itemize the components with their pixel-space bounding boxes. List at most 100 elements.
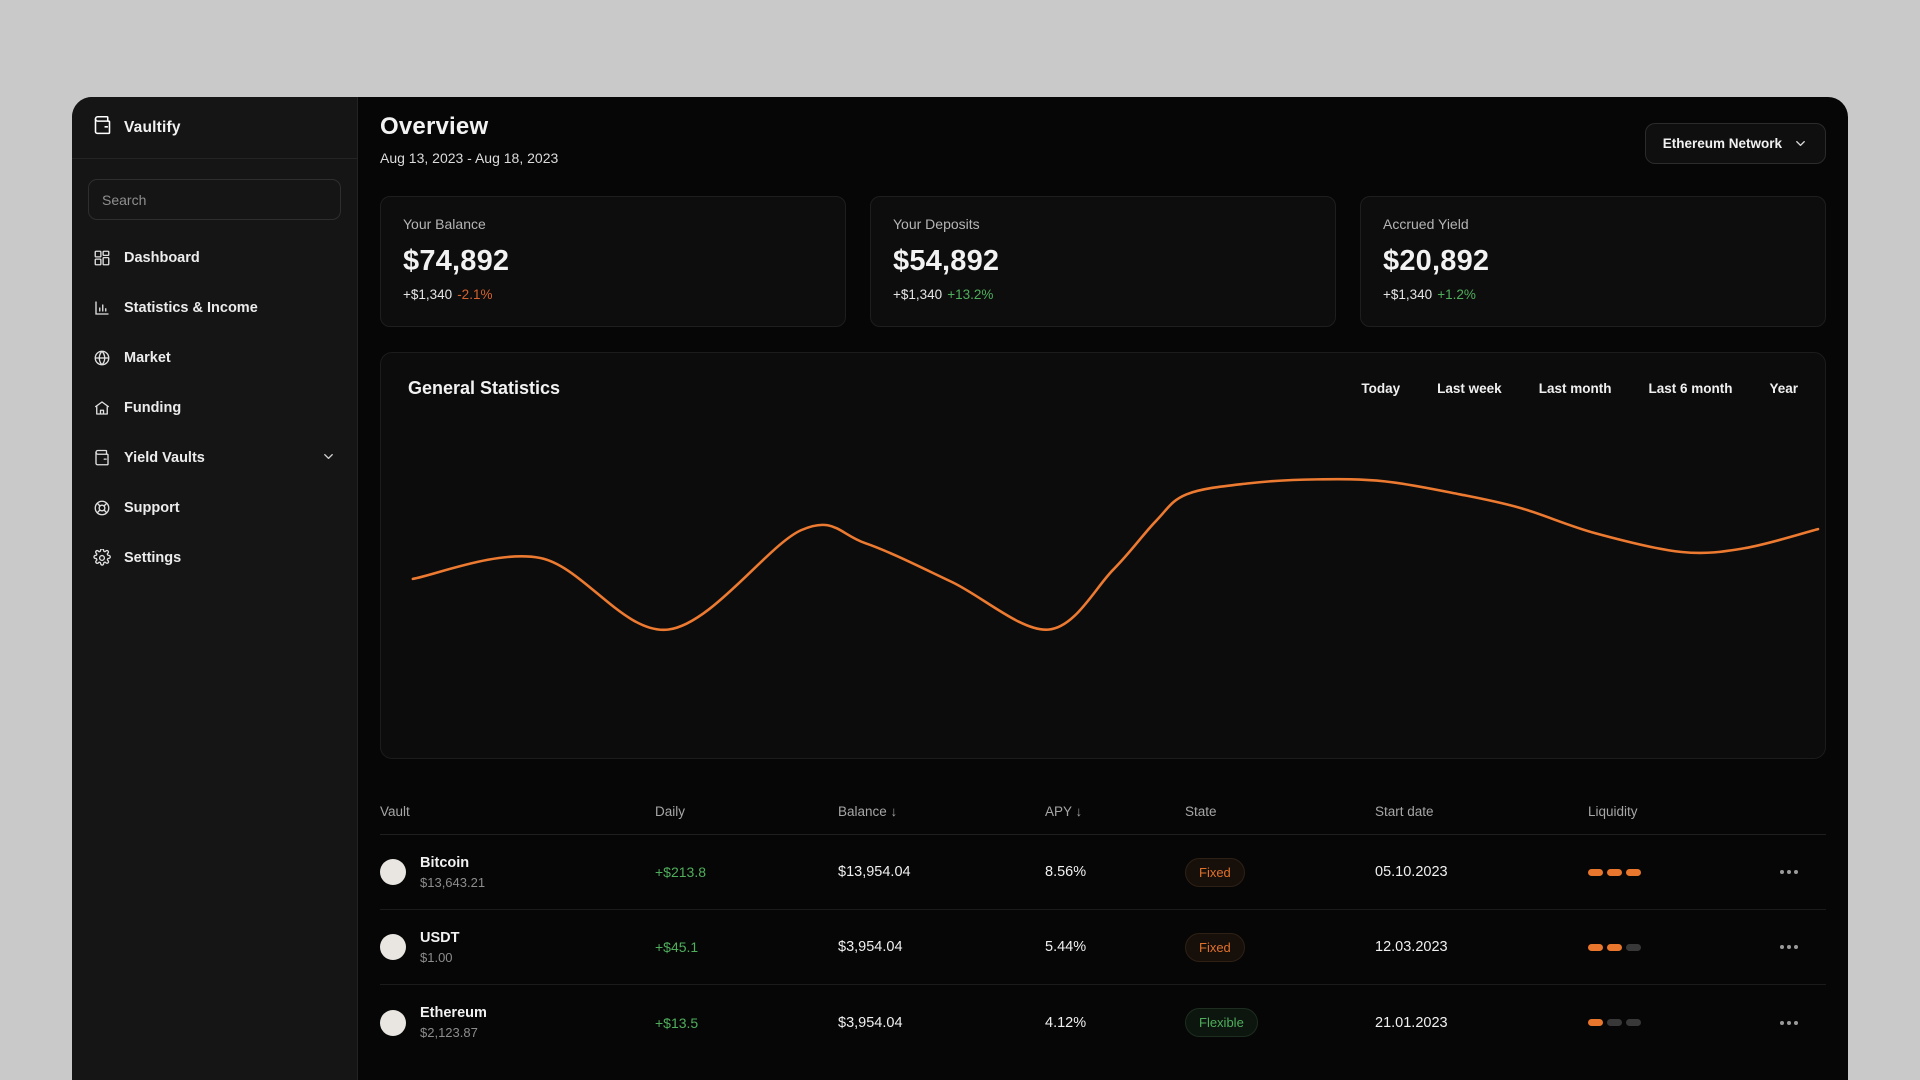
row-menu-ellipsis-icon[interactable]: [1780, 945, 1826, 949]
card-label: Your Deposits: [893, 216, 980, 232]
card-value: $74,892: [403, 245, 510, 277]
vault-name: Ethereum: [420, 1005, 487, 1021]
line-chart: [411, 477, 1820, 631]
sidebar-item-label: Support: [124, 500, 180, 516]
sidebar-item-yield-vaults[interactable]: Yield Vaults: [72, 433, 357, 483]
vaults-table: Vault Daily Balance ↓ APY ↓ State Start …: [380, 789, 1826, 1060]
vault-price: $1.00: [420, 949, 453, 965]
date-range: Aug 13, 2023 - Aug 18, 2023: [380, 150, 559, 166]
lifebuoy-icon: [94, 500, 110, 516]
gear-icon: [93, 549, 111, 566]
vault-name: Bitcoin: [420, 854, 470, 871]
filter-last-week[interactable]: Last week: [1437, 381, 1502, 396]
home-icon: [94, 401, 110, 415]
daily-change: +$13.5: [655, 1014, 699, 1031]
card-accrued-yield: Accrued Yield $20,892 +$1,340 +1.2%: [1360, 196, 1826, 327]
balance-value: $3,954.04: [838, 1014, 903, 1031]
app-title: Vaultify: [124, 118, 181, 136]
card-label: Your Balance: [403, 216, 486, 232]
daily-change: +$45.1: [655, 939, 699, 955]
chart-title: General Statistics: [408, 378, 561, 398]
col-daily[interactable]: Daily: [655, 804, 838, 819]
coin-icon: [380, 1009, 406, 1036]
wallet-icon: [95, 449, 109, 466]
app-window: Vaultify Dashboard Statistics & Income M…: [72, 97, 1848, 1080]
balance-value: $3,954.04: [838, 939, 903, 955]
col-start-date[interactable]: Start date: [1375, 804, 1588, 819]
col-vault[interactable]: Vault: [380, 804, 655, 819]
sidebar-item-settings[interactable]: Settings: [72, 533, 357, 583]
table-row-usdt[interactable]: USDT $1.00 +$45.1 $3,954.04 5.44% Fixed …: [380, 910, 1826, 985]
globe-icon: [94, 350, 110, 366]
table-row-ethereum[interactable]: Ethereum $2,123.87 +$13.5 $3,954.04 4.12…: [380, 985, 1826, 1060]
card-percent: +1.2%: [1437, 287, 1476, 302]
dashboard-grid-icon: [94, 250, 110, 266]
stats-cards-row: Your Balance $74,892 +$1,340 -2.1% Your D…: [380, 196, 1826, 327]
filter-today[interactable]: Today: [1361, 381, 1400, 396]
card-label: Accrued Yield: [1383, 216, 1469, 232]
network-selector-label: Ethereum Network: [1662, 136, 1782, 151]
state-badge: Flexible: [1185, 1008, 1258, 1037]
vault-name: USDT: [420, 929, 460, 946]
sidebar-item-statistics-income[interactable]: Statistics & Income: [72, 283, 357, 333]
card-percent: +13.2%: [947, 287, 994, 302]
brand: Vaultify: [72, 97, 357, 159]
wallet-logo-icon: [92, 115, 113, 141]
card-value: $20,892: [1383, 245, 1490, 277]
table-header-row: Vault Daily Balance ↓ APY ↓ State Start …: [380, 789, 1826, 835]
coin-icon: [380, 934, 406, 960]
search-box[interactable]: [88, 179, 341, 220]
col-apy-sort[interactable]: APY ↓: [1045, 804, 1185, 819]
card-your-deposits: Your Deposits $54,892 +$1,340 +13.2%: [870, 196, 1336, 327]
page-header: Overview Aug 13, 2023 - Aug 18, 2023 Eth…: [380, 113, 1826, 166]
col-balance-sort[interactable]: Balance ↓: [838, 804, 1045, 819]
sidebar-item-label: Funding: [124, 400, 182, 416]
start-date: 12.03.2023: [1375, 939, 1448, 955]
sidebar: Vaultify Dashboard Statistics & Income M…: [72, 97, 358, 1080]
row-menu-ellipsis-icon[interactable]: [1780, 1020, 1826, 1025]
sidebar-item-dashboard[interactable]: Dashboard: [72, 233, 357, 283]
apy-value: 8.56%: [1045, 864, 1087, 880]
filter-last-6-month[interactable]: Last 6 month: [1648, 381, 1732, 396]
state-badge: Fixed: [1185, 932, 1245, 962]
start-date: 21.01.2023: [1375, 1014, 1448, 1031]
main-content: Overview Aug 13, 2023 - Aug 18, 2023 Eth…: [358, 97, 1848, 1080]
sidebar-item-label: Settings: [124, 550, 182, 566]
apy-value: 5.44%: [1045, 939, 1087, 955]
state-badge: Fixed: [1185, 857, 1245, 887]
table-row-bitcoin[interactable]: Bitcoin $13,643.21 +$213.8 $13,954.04 8.…: [380, 835, 1826, 910]
sidebar-item-label: Statistics & Income: [124, 300, 258, 316]
bar-chart-icon: [95, 301, 109, 315]
sidebar-nav: Dashboard Statistics & Income Market Fun…: [72, 233, 357, 583]
row-menu-ellipsis-icon[interactable]: [1780, 870, 1826, 874]
sidebar-item-support[interactable]: Support: [72, 483, 357, 533]
card-your-balance: Your Balance $74,892 +$1,340 -2.1%: [380, 196, 846, 327]
card-delta: +$1,340: [403, 287, 453, 302]
liquidity-indicator: [1588, 1019, 1748, 1026]
chevron-down-icon[interactable]: [321, 449, 336, 468]
card-delta: +$1,340: [893, 287, 943, 302]
sidebar-item-label: Market: [124, 350, 171, 366]
chevron-down-icon: [1796, 141, 1805, 146]
page-title: Overview: [380, 113, 489, 140]
card-percent: -2.1%: [457, 287, 493, 302]
card-value: $54,892: [893, 245, 1000, 277]
col-state[interactable]: State: [1185, 804, 1375, 819]
sidebar-item-funding[interactable]: Funding: [72, 383, 357, 433]
network-selector-button[interactable]: Ethereum Network: [1644, 123, 1826, 164]
sidebar-item-label: Yield Vaults: [124, 450, 205, 466]
balance-value: $13,954.04: [838, 864, 911, 880]
general-statistics-panel: General Statistics Today Last week Last …: [380, 352, 1826, 759]
liquidity-indicator: [1588, 868, 1748, 876]
vault-price: $2,123.87: [420, 1025, 478, 1040]
sidebar-item-label: Dashboard: [124, 250, 200, 266]
start-date: 05.10.2023: [1375, 864, 1448, 880]
filter-last-month[interactable]: Last month: [1539, 381, 1612, 396]
search-input[interactable]: [102, 191, 327, 208]
vault-price: $13,643.21: [420, 874, 486, 890]
sidebar-item-market[interactable]: Market: [72, 333, 357, 383]
apy-value: 4.12%: [1045, 1014, 1087, 1031]
filter-year[interactable]: Year: [1769, 381, 1798, 396]
chart-time-filters: Today Last week Last month Last 6 month …: [1361, 381, 1798, 396]
col-liquidity[interactable]: Liquidity: [1588, 804, 1748, 819]
